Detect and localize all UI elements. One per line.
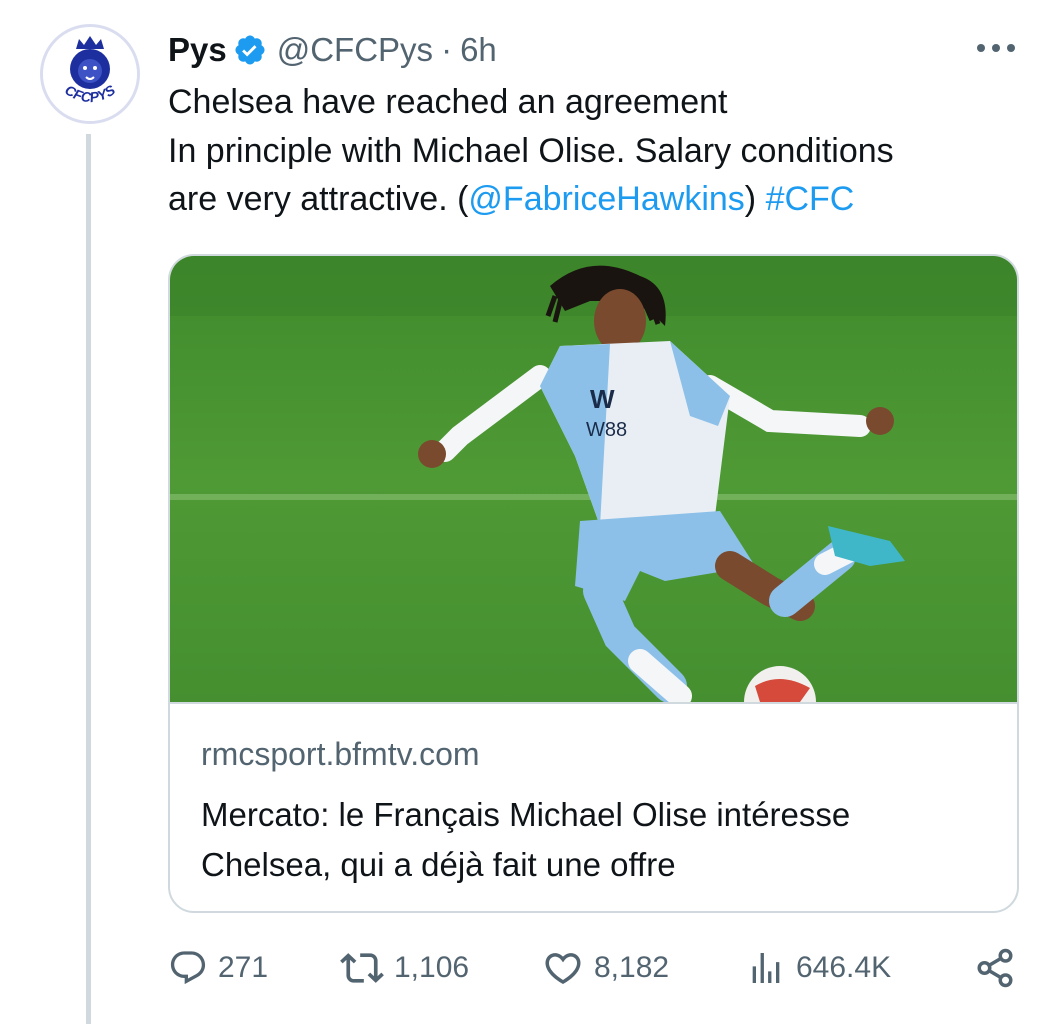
reply-button[interactable]: 271 [168, 944, 268, 992]
timestamp[interactable]: 6h [460, 31, 497, 69]
cfcpys-logo-icon: CFCPYS [43, 27, 137, 121]
repost-icon [340, 953, 384, 983]
link-card[interactable]: W W88 rmcsport.bfmtv.com Mercato: le Fra… [168, 254, 1019, 913]
card-title-line: Mercato: le Français Michael Olise intér… [201, 796, 851, 833]
reply-count: 271 [218, 951, 269, 984]
tweet-text-line: are very attractive. (@FabriceHawkins) #… [168, 175, 1028, 224]
heart-icon [545, 953, 581, 985]
card-divider [170, 702, 1017, 704]
avatar[interactable]: CFCPYS [40, 24, 140, 124]
card-image: W W88 [170, 256, 1017, 702]
thread-line [86, 134, 91, 1024]
views-icon [752, 953, 780, 983]
like-button[interactable]: 8,182 [542, 944, 669, 992]
shirt-sponsor-text: W88 [586, 419, 627, 441]
reply-icon [170, 951, 206, 985]
card-title: Mercato: le Français Michael Olise intér… [201, 790, 1001, 890]
share-button[interactable] [974, 944, 1016, 992]
author-handle[interactable]: @CFCPys [277, 31, 433, 69]
more-horizontal-icon[interactable] [970, 30, 1022, 66]
hashtag-link[interactable]: #CFC [766, 180, 855, 218]
repost-button[interactable]: 1,106 [340, 944, 469, 992]
tweet-text-segment: ) [744, 180, 766, 218]
tweet-text-segment: In principle with Michael Olise. Salary … [168, 131, 894, 170]
like-count: 8,182 [594, 951, 670, 984]
card-domain: rmcsport.bfmtv.com [201, 736, 480, 772]
verified-badge-icon [233, 33, 267, 67]
card-title-line: Chelsea, qui a déjà fait une offre [201, 846, 676, 883]
tweet-text-segment: are very attractive. ( [168, 180, 469, 218]
tweet[interactable]: CFCPYS Pys @CFCPys · 6h Chelsea have rea… [0, 0, 1059, 1024]
views-button[interactable]: 646.4K [746, 944, 891, 992]
tweet-text: Chelsea have reached an agreement In prin… [168, 78, 1028, 224]
share-icon [977, 948, 1013, 988]
svg-text:W: W [590, 384, 615, 414]
tweet-text-segment: Chelsea have reached an agreement [168, 83, 728, 121]
action-bar: 271 1,106 8,182 646.4K [168, 944, 1028, 992]
tweet-text-line: Chelsea have reached an agreement [168, 78, 1028, 127]
author-name[interactable]: Pys [168, 31, 227, 69]
tweet-text-line: In principle with Michael Olise. Salary … [168, 127, 1028, 176]
repost-count: 1,106 [394, 951, 470, 984]
tweet-header: Pys @CFCPys · 6h [168, 28, 497, 72]
views-count: 646.4K [796, 951, 892, 984]
mention-link[interactable]: @FabriceHawkins [468, 180, 744, 218]
separator-dot: · [441, 31, 453, 68]
